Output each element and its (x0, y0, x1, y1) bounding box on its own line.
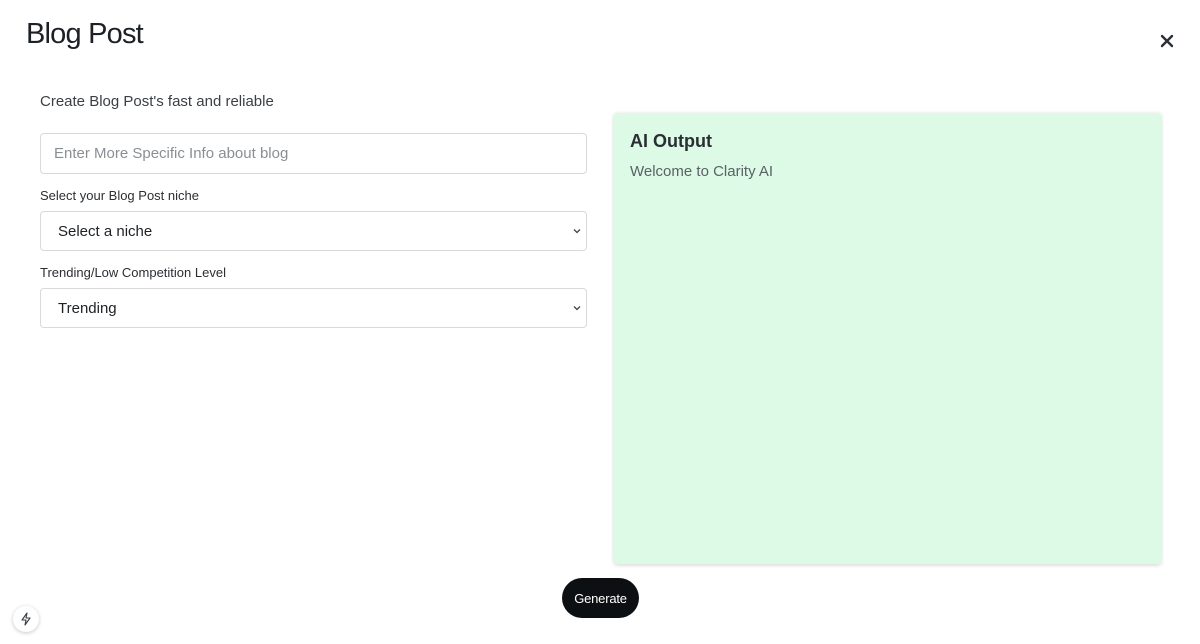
blog-info-input[interactable] (40, 133, 587, 174)
competition-label: Trending/Low Competition Level (40, 265, 226, 280)
competition-select[interactable]: Trending (40, 288, 587, 328)
chevron-down-icon (573, 229, 581, 234)
blog-post-page: Blog Post Create Blog Post's fast and re… (0, 0, 1200, 644)
ai-output-text: Welcome to Clarity AI (630, 163, 774, 180)
close-icon (1160, 34, 1174, 48)
bolt-button[interactable] (13, 606, 39, 632)
niche-label: Select your Blog Post niche (40, 188, 199, 203)
ai-output-panel: AI Output Welcome to Clarity AI (614, 113, 1161, 564)
ai-output-title: AI Output (630, 131, 712, 151)
chevron-down-icon (573, 306, 581, 311)
bolt-icon (21, 612, 31, 626)
competition-select-value: Trending (58, 300, 117, 317)
form-subtitle: Create Blog Post's fast and reliable (40, 93, 274, 110)
niche-select-value: Select a niche (58, 223, 153, 240)
close-button[interactable] (1156, 30, 1178, 52)
page-title: Blog Post (26, 18, 144, 50)
niche-select[interactable]: Select a niche (40, 211, 587, 251)
generate-button[interactable]: Generate (562, 578, 639, 618)
